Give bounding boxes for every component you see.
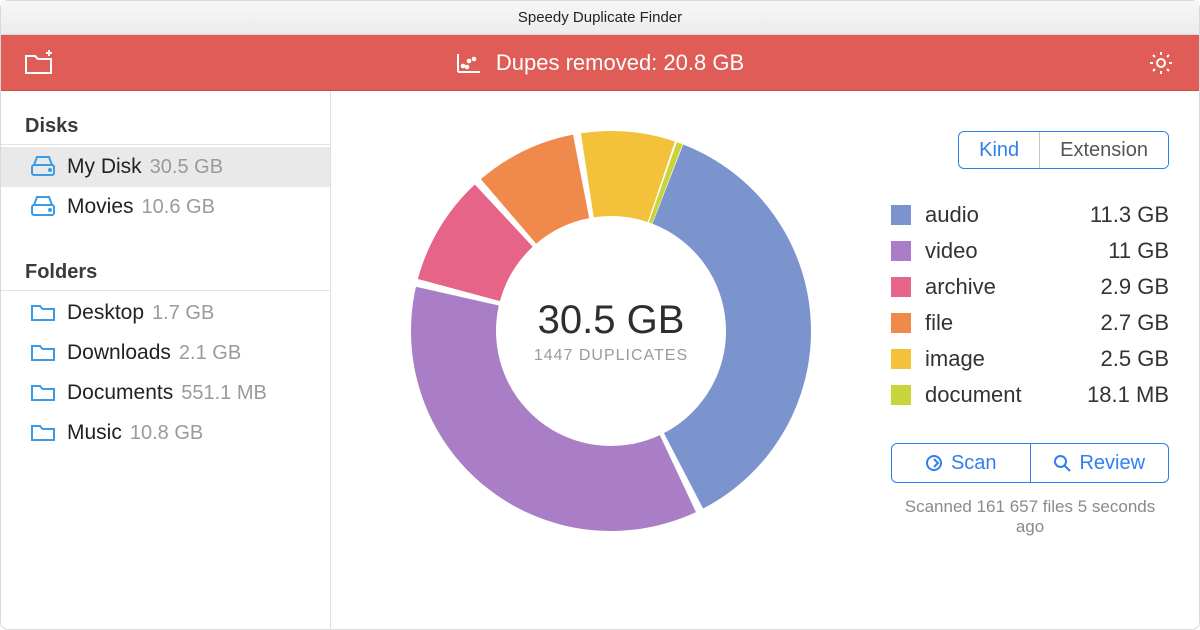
sidebar: Disks My Disk 30.5 GB Movies 10.6 GB Folder… bbox=[1, 91, 331, 629]
scan-status-text: Scanned 161 657 files 5 seconds ago bbox=[891, 497, 1169, 537]
main-panel: 30.5 GB 1447 DUPLICATES Kind Extension a… bbox=[331, 91, 1199, 629]
donut-slice[interactable] bbox=[411, 287, 696, 531]
sidebar-disk-item[interactable]: Movies 10.6 GB bbox=[1, 187, 330, 227]
sidebar-item-size: 10.6 GB bbox=[142, 196, 215, 219]
legend-value: 18.1 MB bbox=[1087, 382, 1169, 408]
sidebar-item-label: Movies bbox=[67, 195, 134, 219]
scan-button[interactable]: Scan bbox=[892, 444, 1030, 482]
legend-swatch bbox=[891, 313, 911, 333]
chart-icon bbox=[456, 52, 482, 74]
sidebar-heading-disks: Disks bbox=[1, 115, 330, 145]
legend-row[interactable]: file2.7 GB bbox=[891, 305, 1169, 341]
legend-swatch bbox=[891, 205, 911, 225]
window-title: Speedy Duplicate Finder bbox=[1, 1, 1199, 35]
settings-button[interactable] bbox=[1145, 47, 1177, 79]
legend-name: audio bbox=[925, 202, 1090, 228]
status-prefix: Dupes removed: bbox=[496, 50, 664, 75]
folder-icon bbox=[31, 342, 57, 364]
toolbar: Dupes removed: 20.8 GB bbox=[1, 35, 1199, 91]
sidebar-item-size: 10.8 GB bbox=[130, 422, 203, 445]
sidebar-folder-item[interactable]: Documents 551.1 MB bbox=[1, 373, 330, 413]
legend-row[interactable]: audio11.3 GB bbox=[891, 197, 1169, 233]
gear-icon bbox=[1148, 50, 1174, 76]
legend-value: 11.3 GB bbox=[1090, 202, 1169, 228]
legend-row[interactable]: image2.5 GB bbox=[891, 341, 1169, 377]
legend-name: file bbox=[925, 310, 1101, 336]
sidebar-item-size: 2.1 GB bbox=[179, 342, 241, 365]
legend: audio11.3 GBvideo11 GBarchive2.9 GBfile2… bbox=[891, 197, 1169, 413]
status-value: 20.8 GB bbox=[663, 50, 744, 75]
legend-swatch bbox=[891, 385, 911, 405]
sidebar-folder-item[interactable]: Desktop 1.7 GB bbox=[1, 293, 330, 333]
add-folder-button[interactable] bbox=[23, 47, 55, 79]
sidebar-item-size: 551.1 MB bbox=[181, 382, 267, 405]
legend-value: 2.7 GB bbox=[1101, 310, 1169, 336]
legend-value: 2.9 GB bbox=[1101, 274, 1169, 300]
action-buttons: Scan Review bbox=[891, 443, 1169, 483]
segment-kind[interactable]: Kind bbox=[959, 132, 1039, 168]
legend-name: document bbox=[925, 382, 1087, 408]
review-label: Review bbox=[1079, 452, 1145, 475]
sidebar-folder-item[interactable]: Downloads 2.1 GB bbox=[1, 333, 330, 373]
legend-name: video bbox=[925, 238, 1108, 264]
legend-swatch bbox=[891, 241, 911, 261]
sidebar-item-size: 1.7 GB bbox=[152, 302, 214, 325]
review-button[interactable]: Review bbox=[1030, 444, 1169, 482]
segment-extension[interactable]: Extension bbox=[1039, 132, 1168, 168]
sidebar-item-label: Downloads bbox=[67, 341, 171, 365]
toolbar-status: Dupes removed: 20.8 GB bbox=[55, 50, 1145, 76]
folder-icon bbox=[31, 422, 57, 444]
sidebar-heading-folders: Folders bbox=[1, 261, 330, 291]
sidebar-item-label: My Disk bbox=[67, 155, 142, 179]
disk-icon bbox=[31, 156, 57, 178]
scan-label: Scan bbox=[951, 452, 997, 475]
sidebar-disk-item[interactable]: My Disk 30.5 GB bbox=[1, 147, 330, 187]
sidebar-item-label: Music bbox=[67, 421, 122, 445]
donut-chart: 30.5 GB 1447 DUPLICATES bbox=[401, 121, 821, 541]
folder-icon bbox=[31, 302, 57, 324]
segmented-control: Kind Extension bbox=[958, 131, 1169, 169]
legend-swatch bbox=[891, 277, 911, 297]
search-icon bbox=[1053, 454, 1071, 472]
scan-icon bbox=[925, 454, 943, 472]
legend-value: 11 GB bbox=[1108, 238, 1169, 264]
folder-icon bbox=[31, 382, 57, 404]
sidebar-item-label: Desktop bbox=[67, 301, 144, 325]
legend-value: 2.5 GB bbox=[1101, 346, 1169, 372]
legend-swatch bbox=[891, 349, 911, 369]
legend-row[interactable]: video11 GB bbox=[891, 233, 1169, 269]
legend-name: archive bbox=[925, 274, 1101, 300]
sidebar-item-label: Documents bbox=[67, 381, 173, 405]
disk-icon bbox=[31, 196, 57, 218]
sidebar-item-size: 30.5 GB bbox=[150, 156, 223, 179]
donut-slice[interactable] bbox=[652, 144, 811, 508]
legend-row[interactable]: document18.1 MB bbox=[891, 377, 1169, 413]
legend-name: image bbox=[925, 346, 1101, 372]
sidebar-folder-item[interactable]: Music 10.8 GB bbox=[1, 413, 330, 453]
legend-row[interactable]: archive2.9 GB bbox=[891, 269, 1169, 305]
